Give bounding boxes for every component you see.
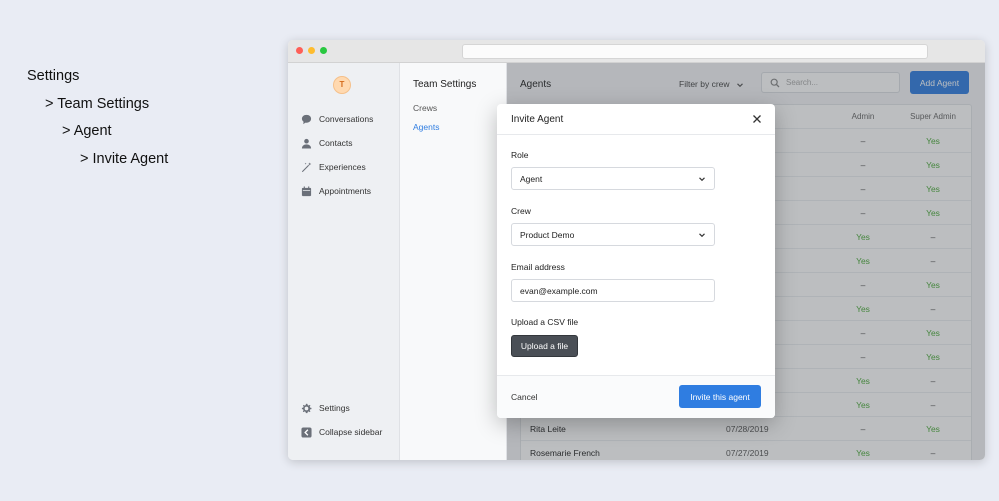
- sidebar-item-label: Conversations: [319, 114, 374, 124]
- role-label: Role: [511, 150, 529, 160]
- modal-title: Invite Agent: [511, 114, 564, 125]
- app-logo[interactable]: T: [333, 76, 351, 94]
- subnav-link-agents[interactable]: Agents: [413, 122, 439, 132]
- close-window-button[interactable]: [296, 47, 303, 54]
- breadcrumb-invite-agent: > Invite Agent: [80, 150, 169, 167]
- invite-agent-modal: Invite Agent Role Agent Crew Product Dem…: [497, 104, 775, 418]
- chat-bubble-icon: [301, 114, 312, 125]
- sidebar-item-label: Contacts: [319, 138, 353, 148]
- sidebar-item-conversations[interactable]: Conversations: [301, 111, 373, 127]
- email-label: Email address: [511, 262, 565, 272]
- breadcrumb-team-settings: > Team Settings: [45, 95, 150, 112]
- sidebar-item-label: Experiences: [319, 162, 366, 172]
- sidebar-item-label: Appointments: [319, 186, 371, 196]
- upload-file-button[interactable]: Upload a file: [511, 335, 578, 357]
- sidebar-item-collapse[interactable]: Collapse sidebar: [301, 424, 382, 440]
- modal-footer: Cancel Invite this agent: [497, 375, 775, 418]
- sidebar-item-experiences[interactable]: Experiences: [301, 159, 366, 175]
- sidebar-item-contacts[interactable]: Contacts: [301, 135, 353, 151]
- collapse-icon: [301, 426, 312, 438]
- breadcrumb-agent: > Agent: [62, 123, 112, 139]
- csv-upload-label: Upload a CSV file: [511, 317, 579, 327]
- gear-icon: [301, 403, 312, 414]
- email-field-value: evan@example.com: [520, 285, 598, 296]
- invite-agent-button[interactable]: Invite this agent: [679, 385, 761, 408]
- address-bar[interactable]: [462, 44, 928, 59]
- subnav-link-crews[interactable]: Crews: [413, 103, 437, 113]
- cancel-button[interactable]: Cancel: [511, 392, 537, 402]
- minimize-window-button[interactable]: [308, 47, 315, 54]
- breadcrumb: Settings > Team Settings > Agent > Invit…: [27, 66, 168, 176]
- sidebar-item-label: Collapse sidebar: [319, 427, 383, 437]
- breadcrumb-settings: Settings: [27, 68, 80, 84]
- zoom-window-button[interactable]: [320, 47, 327, 54]
- email-field[interactable]: evan@example.com: [511, 279, 715, 302]
- modal-header: Invite Agent: [497, 104, 775, 135]
- subnav-title: Team Settings: [413, 79, 477, 90]
- app-window: T Conversations Contacts Experiences App…: [288, 40, 985, 460]
- sidebar-item-settings[interactable]: Settings: [301, 400, 350, 416]
- magic-wand-icon: [301, 161, 312, 173]
- chevron-down-icon: [699, 177, 705, 182]
- sidebar-item-label: Settings: [319, 403, 350, 413]
- role-select-value: Agent: [520, 173, 543, 184]
- crew-label: Crew: [511, 206, 531, 216]
- close-icon[interactable]: [751, 113, 763, 125]
- chevron-down-icon: [699, 233, 705, 238]
- crew-select[interactable]: Product Demo: [511, 223, 715, 246]
- person-icon: [301, 138, 312, 149]
- sidebar: T Conversations Contacts Experiences App…: [288, 63, 400, 460]
- sidebar-item-appointments[interactable]: Appointments: [301, 183, 371, 199]
- crew-select-value: Product Demo: [520, 229, 575, 240]
- settings-subnav: Team Settings Crews Agents: [400, 63, 507, 460]
- title-bar: [288, 40, 985, 63]
- calendar-icon: [301, 185, 312, 197]
- role-select[interactable]: Agent: [511, 167, 715, 190]
